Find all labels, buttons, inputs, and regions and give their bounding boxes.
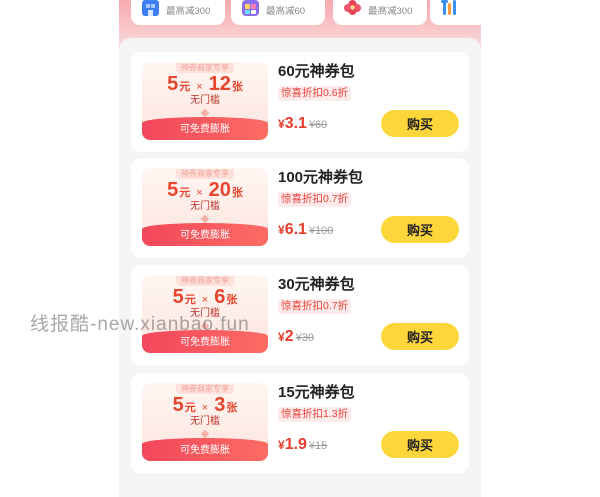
voucher-graphic: 神券商家专享 5 元 × 3 张 无门槛 可免费膨胀	[142, 383, 268, 461]
expand-band: 可免费膨胀	[142, 330, 268, 353]
voucher-condition: 无门槛	[190, 201, 220, 212]
voucher-amount: 5	[172, 394, 184, 416]
voucher-count-unit: 张	[231, 81, 243, 93]
category-card[interactable]: 最高减300	[333, 0, 427, 25]
voucher-graphic: 神券商家专享 5 元 × 6 张 无门槛 可免费膨胀	[142, 275, 268, 353]
flower-icon	[342, 0, 363, 18]
buy-button[interactable]: 购买	[381, 431, 459, 458]
voucher-amount-row: 5 元 × 6 张	[142, 285, 268, 309]
sale-price: 6.1	[284, 221, 307, 238]
tools-icon	[439, 0, 460, 18]
expand-label: 可免费膨胀	[180, 445, 230, 456]
multiply-sign: ×	[201, 294, 209, 306]
voucher-count-unit: 张	[226, 402, 238, 414]
voucher-graphic: 神券商家专享 5 元 × 12 张 无门槛 可免费膨胀	[142, 62, 268, 140]
original-price: ¥100	[308, 225, 334, 237]
voucher-graphic: 神券商家专享 5 元 × 20 张 无门槛 可免费膨胀	[142, 168, 268, 246]
category-subtitle: 最高减300	[368, 6, 413, 17]
original-price: ¥60	[308, 119, 328, 131]
voucher-amount: 5	[167, 73, 179, 95]
voucher-condition: 无门槛	[190, 416, 220, 427]
voucher-amount-row: 5 元 × 20 张	[142, 178, 268, 202]
discount-tag: 惊喜折扣0.7折	[278, 192, 352, 207]
app-column: 最高减300 最高减60 最高减300 神券商家专享 5 元 × 12 张 无门…	[119, 0, 481, 497]
category-subtitle: 最高减60	[266, 6, 306, 17]
buy-button[interactable]: 购买	[381, 110, 459, 137]
price-row: ¥3.1 ¥60	[278, 114, 327, 135]
multiply-sign: ×	[201, 402, 209, 414]
voucher-amount-unit: 元	[179, 81, 191, 93]
package-title: 30元神券包	[278, 276, 355, 293]
divider-diamond	[200, 214, 210, 224]
voucher-condition: 无门槛	[190, 308, 220, 319]
coupon-package-card: 神券商家专享 5 元 × 12 张 无门槛 可免费膨胀 60元神券包 惊喜折扣0…	[131, 52, 469, 152]
sale-price: 2	[284, 328, 294, 345]
package-title: 60元神券包	[278, 63, 355, 80]
divider-diamond	[200, 321, 210, 331]
voucher-condition: 无门槛	[190, 95, 220, 106]
voucher-amount-unit: 元	[184, 294, 196, 306]
currency-symbol: ¥	[278, 117, 285, 131]
original-price: ¥30	[295, 332, 314, 344]
voucher-amount-row: 5 元 × 12 张	[142, 72, 268, 96]
expand-band: 可免费膨胀	[142, 438, 268, 461]
original-price: ¥15	[308, 440, 328, 452]
expand-label: 可免费膨胀	[180, 124, 230, 135]
voucher-amount-row: 5 元 × 3 张	[142, 393, 268, 417]
voucher-amount-unit: 元	[179, 187, 191, 199]
currency-symbol: ¥	[278, 330, 285, 344]
price-row: ¥2 ¥30	[278, 327, 314, 348]
divider-diamond	[200, 429, 210, 439]
voucher-count: 6	[214, 286, 226, 308]
voucher-amount: 5	[167, 179, 179, 201]
price-row: ¥1.9 ¥15	[278, 435, 327, 456]
buy-button[interactable]: 购买	[381, 323, 459, 350]
price-row: ¥6.1 ¥100	[278, 220, 333, 241]
category-card[interactable]: 最高减300	[131, 0, 225, 25]
sale-price: 3.1	[284, 115, 307, 132]
expand-label: 可免费膨胀	[180, 337, 230, 348]
package-title: 100元神券包	[278, 169, 364, 186]
expand-band: 可免费膨胀	[142, 223, 268, 246]
voucher-count: 12	[208, 73, 231, 95]
discount-tag: 惊喜折扣0.7折	[278, 299, 352, 314]
voucher-amount-unit: 元	[184, 402, 196, 414]
voucher-count: 20	[208, 179, 231, 201]
voucher-count: 3	[214, 394, 226, 416]
category-subtitle: 最高减300	[166, 6, 211, 17]
building-icon	[140, 0, 161, 18]
discount-tag: 惊喜折扣0.6折	[278, 86, 352, 101]
category-card[interactable]: 最高减60	[231, 0, 325, 25]
multiply-sign: ×	[196, 81, 203, 93]
voucher-count-unit: 张	[226, 294, 238, 306]
category-card[interactable]	[430, 0, 481, 25]
currency-symbol: ¥	[278, 223, 285, 237]
coupon-package-card: 神券商家专享 5 元 × 3 张 无门槛 可免费膨胀 15元神券包 惊喜折扣1.…	[131, 373, 469, 473]
buy-button[interactable]: 购买	[381, 216, 459, 243]
coupon-package-card: 神券商家专享 5 元 × 6 张 无门槛 可免费膨胀 30元神券包 惊喜折扣0.…	[131, 265, 469, 365]
game-icon	[240, 0, 261, 18]
expand-label: 可免费膨胀	[180, 230, 230, 241]
sale-price: 1.9	[284, 436, 307, 453]
coupon-package-panel: 神券商家专享 5 元 × 12 张 无门槛 可免费膨胀 60元神券包 惊喜折扣0…	[119, 38, 481, 497]
discount-tag: 惊喜折扣1.3折	[278, 407, 352, 422]
coupon-package-card: 神券商家专享 5 元 × 20 张 无门槛 可免费膨胀 100元神券包 惊喜折扣…	[131, 158, 469, 258]
voucher-count-unit: 张	[231, 187, 243, 199]
voucher-amount: 5	[172, 286, 184, 308]
currency-symbol: ¥	[278, 438, 285, 452]
package-title: 15元神券包	[278, 384, 355, 401]
expand-band: 可免费膨胀	[142, 117, 268, 140]
divider-diamond	[200, 108, 210, 118]
multiply-sign: ×	[196, 187, 203, 199]
